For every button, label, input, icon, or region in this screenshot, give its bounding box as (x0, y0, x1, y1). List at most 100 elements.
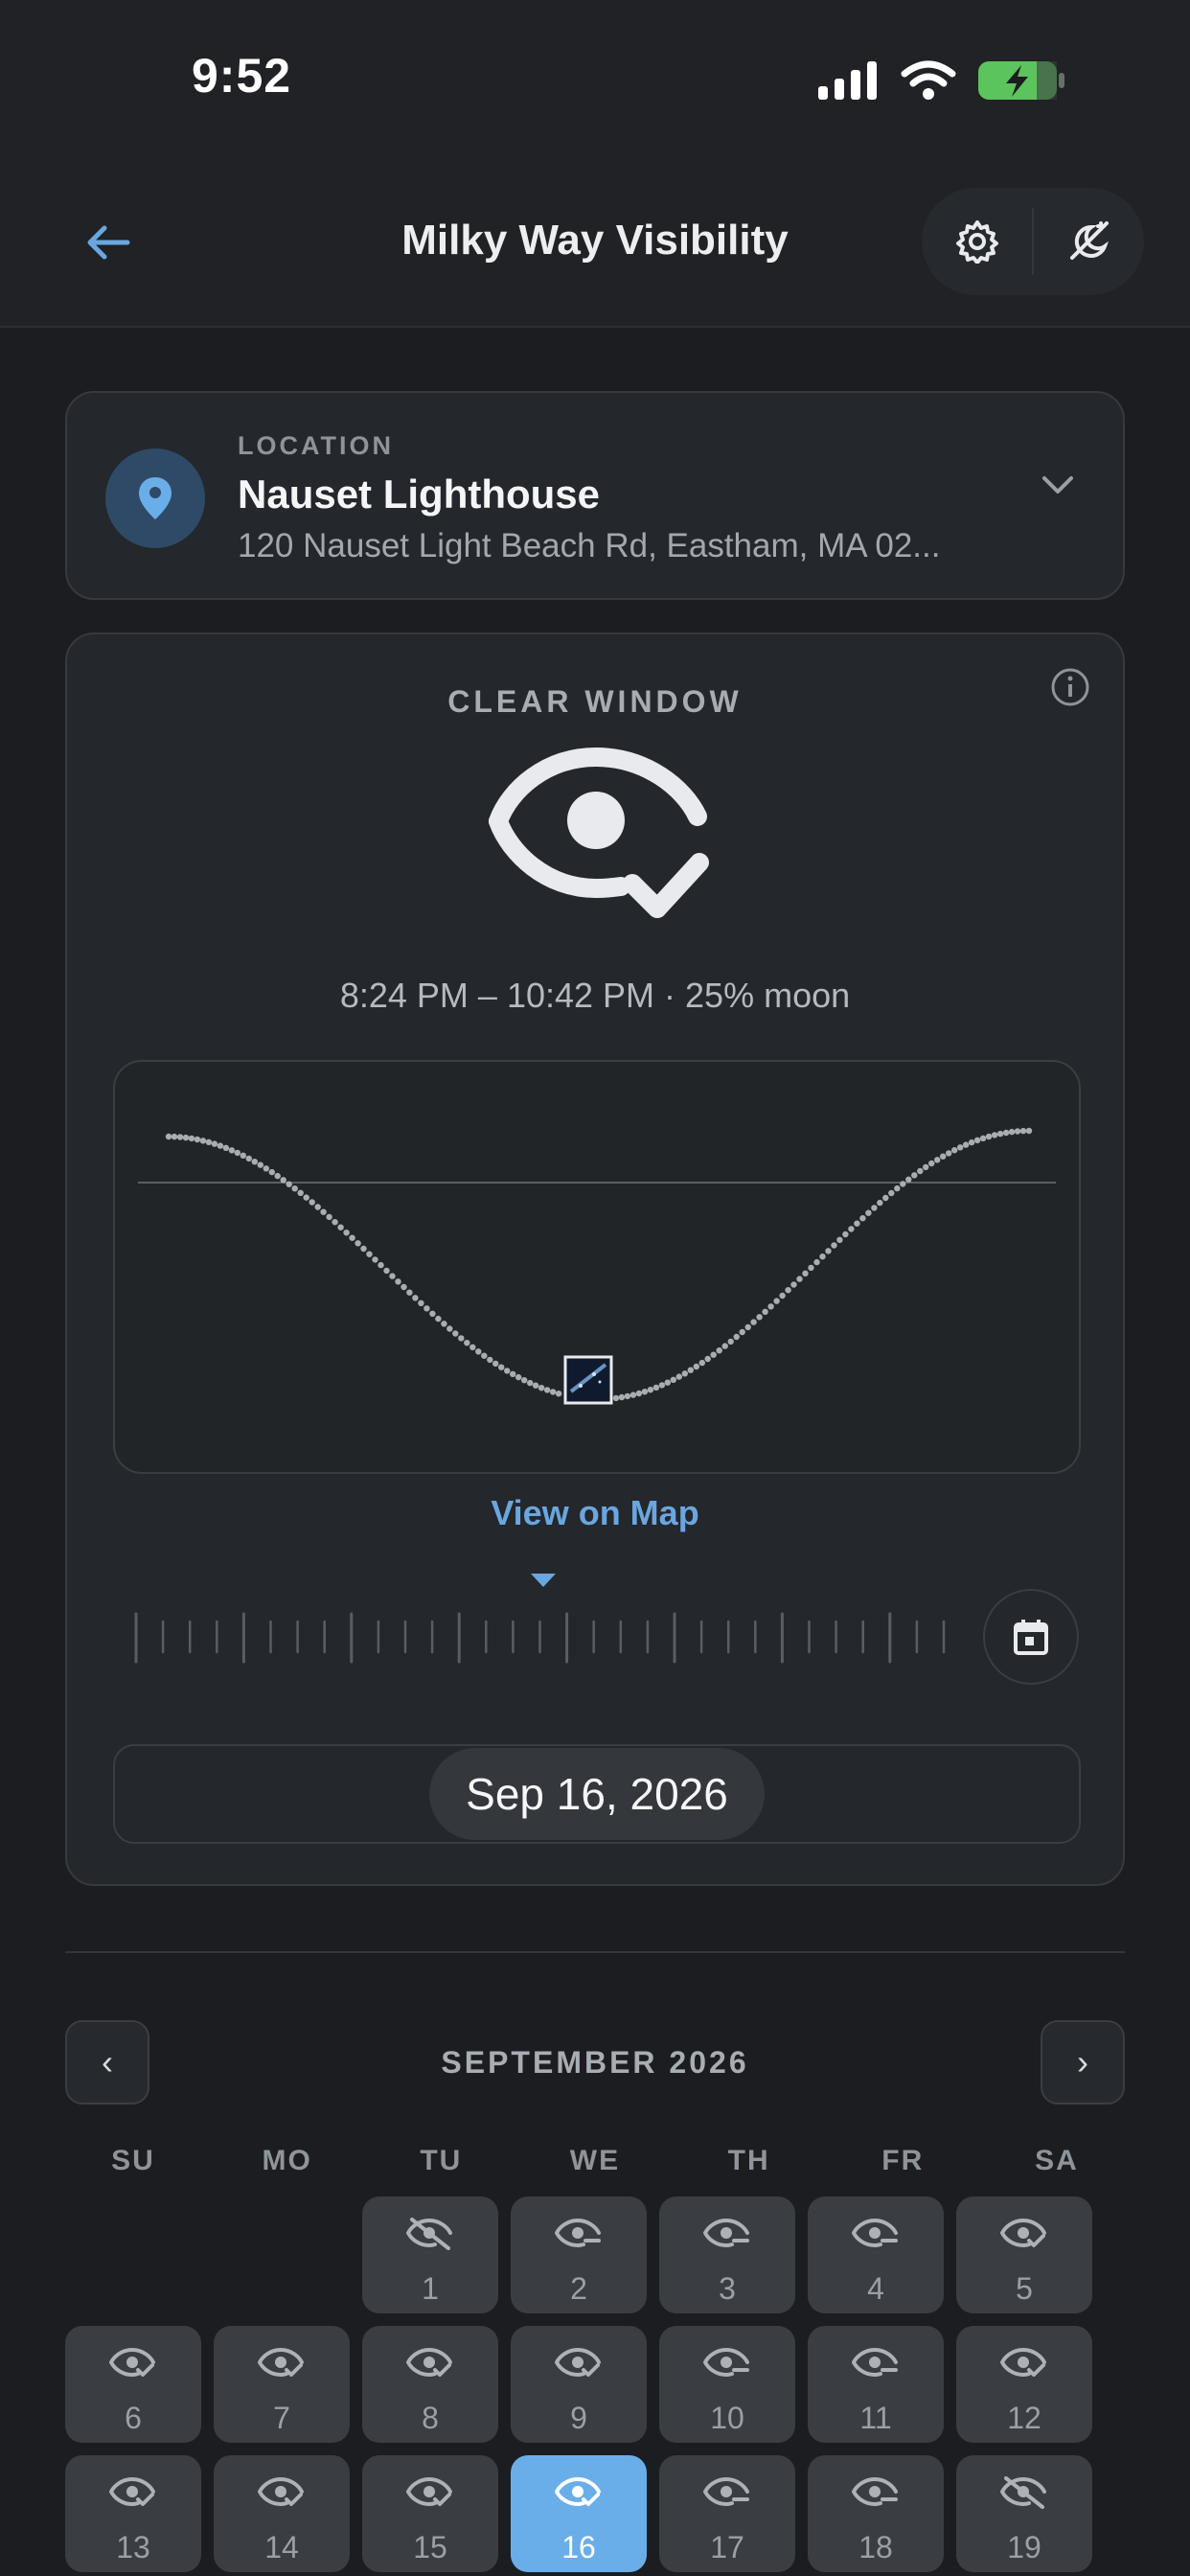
month-title: SEPTEMBER 2026 (441, 2045, 749, 2080)
altitude-chart (113, 1060, 1081, 1474)
calendar-day[interactable]: 13 (65, 2455, 201, 2572)
calendar-day-number: 11 (859, 2401, 892, 2435)
calendar-day[interactable]: 16 (511, 2455, 647, 2572)
status-time: 9:52 (192, 49, 292, 103)
eye-check-icon (258, 2476, 304, 2507)
eye-check-icon (489, 748, 709, 918)
weekday-label: MO (262, 2145, 312, 2176)
location-pin-badge (105, 448, 205, 548)
calendar-day-number: 4 (867, 2271, 884, 2306)
location-label: LOCATION (238, 431, 394, 460)
weekday-label: WE (569, 2145, 621, 2176)
eye-check-icon (406, 2476, 452, 2507)
calendar-day[interactable]: 3 (659, 2196, 795, 2313)
weekday-label: TH (727, 2145, 770, 2176)
calendar-day-number: 10 (710, 2401, 744, 2435)
chevron-down-icon (1042, 476, 1073, 494)
calendar-day[interactable]: 1 (362, 2196, 498, 2313)
wifi-icon (901, 60, 956, 100)
weather-night-off-icon (1069, 221, 1109, 260)
weekday-label: TU (420, 2145, 463, 2176)
eye-minus-icon (703, 2476, 749, 2507)
calendar-day-number: 16 (561, 2530, 596, 2564)
calendar-day[interactable]: 18 (808, 2455, 944, 2572)
calendar-day[interactable]: 17 (659, 2455, 795, 2572)
selected-date[interactable]: Sep 16, 2026 (429, 1748, 765, 1840)
eye-minus-icon (852, 2218, 898, 2248)
eye-minus-icon (555, 2218, 601, 2248)
calendar-day[interactable]: 19 (956, 2455, 1092, 2572)
date-selector[interactable]: Sep 16, 2026 (113, 1744, 1081, 1844)
calendar-day-number: 12 (1007, 2401, 1041, 2435)
calendar-day[interactable]: 14 (214, 2455, 350, 2572)
eye-check-icon (109, 2476, 155, 2507)
calendar-day[interactable]: 8 (362, 2326, 498, 2443)
clear-window-card: CLEAR WINDOW 8:24 PM – 10:42 PM · 25% mo… (65, 632, 1125, 1886)
calendar-day-number: 6 (125, 2401, 142, 2435)
settings-button[interactable] (922, 188, 1032, 295)
calendar-day[interactable]: 5 (956, 2196, 1092, 2313)
calendar-day-number: 9 (570, 2401, 587, 2435)
weekday-label: SU (111, 2145, 155, 2176)
calendar-day-number: 15 (413, 2530, 447, 2564)
time-scrubber[interactable] (125, 1574, 1025, 1669)
weekday-label: SA (1035, 2145, 1079, 2176)
nav-bar: Milky Way Visibility (0, 163, 1190, 328)
calendar-day[interactable]: 7 (214, 2326, 350, 2443)
calendar-day[interactable]: 12 (956, 2326, 1092, 2443)
nav-actions (922, 188, 1144, 295)
status-icons (818, 59, 1065, 102)
clear-window-title: CLEAR WINDOW (447, 684, 743, 719)
eye-check-icon (555, 2347, 601, 2378)
eye-check-icon (1000, 2347, 1046, 2378)
altitude-curve-svg (138, 1127, 1056, 1405)
clear-window-times: 8:24 PM – 10:42 PM · 25% moon (339, 976, 851, 1015)
battery-charging-icon (978, 61, 1064, 100)
scrubber-indicator-icon (531, 1574, 556, 1587)
section-divider (65, 1951, 1125, 1953)
signal-icon (818, 61, 877, 100)
map-pin-icon (139, 477, 172, 519)
eye-check-icon (406, 2347, 452, 2378)
location-name: Nauset Lighthouse (238, 472, 601, 517)
calendar-day-number: 18 (858, 2530, 893, 2564)
calendar-day-number: 5 (1016, 2271, 1033, 2306)
calendar-day-number: 13 (116, 2530, 150, 2564)
eye-minus-icon (703, 2218, 749, 2248)
milky-way-marker[interactable] (563, 1355, 613, 1405)
weekday-label: FR (881, 2145, 925, 2176)
calendar-day-number: 19 (1007, 2530, 1041, 2564)
location-selector[interactable]: LOCATION Nauset Lighthouse 120 Nauset Li… (65, 391, 1125, 600)
calendar-day-number: 17 (710, 2530, 744, 2564)
calendar-icon (1014, 1620, 1048, 1655)
next-month-button[interactable]: › (1041, 2020, 1125, 2104)
calendar-day[interactable]: 9 (511, 2326, 647, 2443)
calendar-day[interactable]: 6 (65, 2326, 201, 2443)
calendar-day[interactable]: 2 (511, 2196, 647, 2313)
calendar-day-number: 8 (422, 2401, 439, 2435)
eye-check-icon (1000, 2218, 1046, 2248)
status-bar: 9:52 (0, 0, 1190, 163)
eye-minus-icon (703, 2347, 749, 2378)
eye-minus-icon (852, 2347, 898, 2378)
eye-check-icon (109, 2347, 155, 2378)
eye-off-icon (406, 2218, 452, 2250)
eye-check-icon (555, 2476, 601, 2507)
calendar-day-number: 1 (422, 2271, 439, 2306)
calendar-day-number: 3 (719, 2271, 736, 2306)
eye-check-icon (258, 2347, 304, 2378)
calendar-button[interactable] (983, 1589, 1079, 1685)
calendar-day[interactable]: 10 (659, 2326, 795, 2443)
calendar-day-number: 7 (273, 2401, 290, 2435)
eye-off-icon (1000, 2476, 1046, 2509)
calendar-day[interactable]: 15 (362, 2455, 498, 2572)
location-address: 120 Nauset Light Beach Rd, Eastham, MA 0… (238, 527, 941, 564)
view-on-map-link[interactable]: View on Map (67, 1493, 1123, 1533)
night-mode-button[interactable] (1034, 188, 1144, 295)
eye-minus-icon (852, 2476, 898, 2507)
gear-icon (955, 220, 998, 264)
scrubber-ticks (134, 1612, 946, 1664)
calendar-day[interactable]: 4 (808, 2196, 944, 2313)
calendar-day-number: 2 (570, 2271, 587, 2306)
calendar-day[interactable]: 11 (808, 2326, 944, 2443)
